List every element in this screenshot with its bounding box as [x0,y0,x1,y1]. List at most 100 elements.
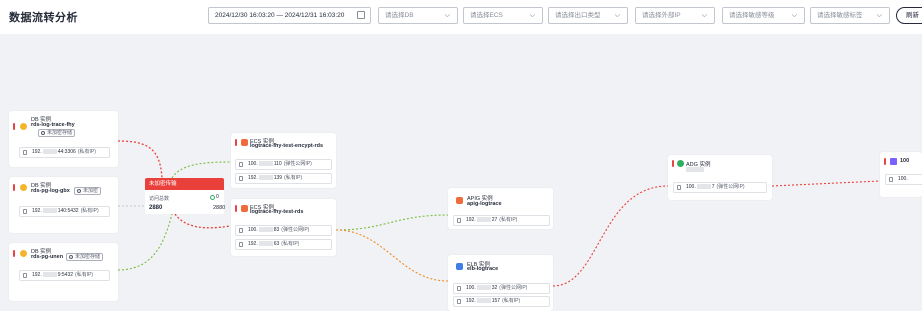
server-icon [457,286,461,291]
encryption-badge: 未加密存储 [66,253,104,261]
edge-db1-sensitive [117,140,163,179]
ip-row: 192. 139 (私有IP) [235,173,332,184]
badge-label: 未加密存储 [47,130,73,136]
ecs-node-1[interactable]: ECS 实例 logtrace-fhy-test-encypt-rds 100.… [231,133,336,188]
load-balancer-icon [456,263,463,270]
db-node-2[interactable]: DB 实例 rds-pg-log-gbx 未加密 192. 140:5432 (私有… [9,177,118,233]
ip-row: 192. 157 (私有IP) [453,296,550,307]
server-icon [457,218,461,223]
server-icon [241,139,248,146]
node-name: rds-log-trace-fhy [31,122,75,128]
ip-prefix: 192. [32,208,42,214]
ip-row: 100. [885,174,922,185]
server-icon [889,177,893,182]
edge-sensitive-ecs2 [174,213,231,229]
unencrypted-transfer-title: 未加密传输 [145,178,224,190]
elb-node[interactable]: ELB 实例 elb-logtrace 100. 32 (弹性公网IP) 192. 1… [448,255,553,311]
node-name: 100 [900,158,910,164]
masked-ip [42,208,57,214]
ip-kind: (私有IP) [80,208,99,214]
unencrypted-transfer-node[interactable]: 未加密传输 访问总数 2880 0 2880 [145,178,225,214]
ip-suffix: 44:3306 [57,149,76,155]
alert-marker [235,205,237,212]
encryption-badge: 未加密存储 [38,129,76,137]
access-count-label: 访问总数 [149,196,170,202]
ecs-node-2[interactable]: ECS 实例 logtrace-fhy-test-rds 100. 83 (弹性公网… [231,199,336,256]
database-icon [20,250,27,257]
node-name: apig-logtrace [467,201,502,207]
ip-suffix: 9:5432 [57,272,74,278]
server-icon [677,185,681,190]
alert-marker [13,184,15,191]
ip-kind: (私有IP) [281,241,300,247]
node-name: rds-pg-unen [31,254,64,260]
badge-label: 未加密 [83,188,99,194]
access-count-value: 2880 [149,205,163,211]
db-node-3[interactable]: DB 实例 rds-pg-unen 未加密存储 192. 9:5432 (私有IP) [9,243,118,301]
ip-prefix: 192. [32,149,42,155]
ip-prefix: 100. [686,184,696,190]
shield-icon [69,255,73,259]
ip-suffix: 157 [491,298,501,304]
external-node[interactable]: 100 100. [880,152,922,197]
server-icon [239,162,243,167]
shield-check-icon [677,160,684,167]
ip-suffix: 139 [273,175,283,181]
ip-suffix: 32 [491,285,498,291]
check-circle-icon [210,195,215,200]
ip-kind: (私有IP) [284,175,303,181]
server-icon [457,299,461,304]
alert-marker [672,160,674,167]
api-gateway-icon [456,197,463,204]
ip-suffix: 110 [273,161,282,167]
ip-kind: (私有IP) [502,298,521,304]
ip-row: 192. 27 (私有IP) [453,215,550,226]
ip-row: 100. 7 (弹性公网IP) [673,182,767,193]
masked-ip [42,149,57,155]
node-name: rds-pg-log-gbx [31,188,70,194]
apig-node[interactable]: APIG 实例 apig-logtrace 192. 27 (私有IP) [448,188,553,229]
db-node-1[interactable]: DB 实例 rds-log-trace-fhy 未加密存储 192. 44:330… [9,111,118,167]
ip-suffix: 27 [491,217,498,223]
node-name: logtrace-fhy-test-rds [250,209,304,215]
ip-suffix: 140:5432 [57,208,79,214]
ip-row: 192. 9:5432 (私有IP) [19,270,110,281]
ip-row: 100. 110 (弹性公网IP) [235,159,332,170]
adg-node[interactable]: ADG 实例 100. 7 (弹性公网IP) [668,155,772,200]
alert-marker [13,123,15,130]
ip-kind: (私有IP) [77,149,96,155]
ip-kind: (私有IP) [499,217,518,223]
ip-row: 192. 44:3306 (私有IP) [19,147,110,158]
ip-suffix: 7 [711,184,715,190]
alert-marker [884,158,886,165]
masked-ip [476,298,491,304]
server-icon [23,273,27,278]
masked-ip [42,272,57,278]
shield-icon [77,189,81,193]
ip-kind: (弹性公网IP) [281,227,310,233]
encryption-badge: 未加密 [74,187,102,195]
node-name: elb-logtrace [467,266,499,272]
ip-prefix: 100. [898,176,908,182]
badge-label: 未加密存储 [75,254,101,260]
ip-prefix: 100. [466,285,476,291]
edge-db3-sensitive [117,213,173,271]
ip-kind: (弹性公网IP) [499,285,528,291]
masked-name [686,167,704,172]
ip-suffix: 83 [273,227,280,233]
ip-prefix: 192. [466,298,476,304]
encrypted-count: 0 [216,194,219,200]
alert-marker [235,139,237,146]
masked-ip [696,184,711,190]
ip-prefix: 192. [466,217,476,223]
database-icon [20,123,27,130]
external-icon [890,158,897,165]
masked-ip [258,175,273,181]
server-icon [23,209,27,214]
ip-row: 192. 140:5432 (私有IP) [19,206,110,217]
server-icon [241,205,248,212]
masked-ip [476,217,491,223]
database-icon [20,184,27,191]
server-icon [23,150,27,155]
shield-icon [41,131,45,135]
